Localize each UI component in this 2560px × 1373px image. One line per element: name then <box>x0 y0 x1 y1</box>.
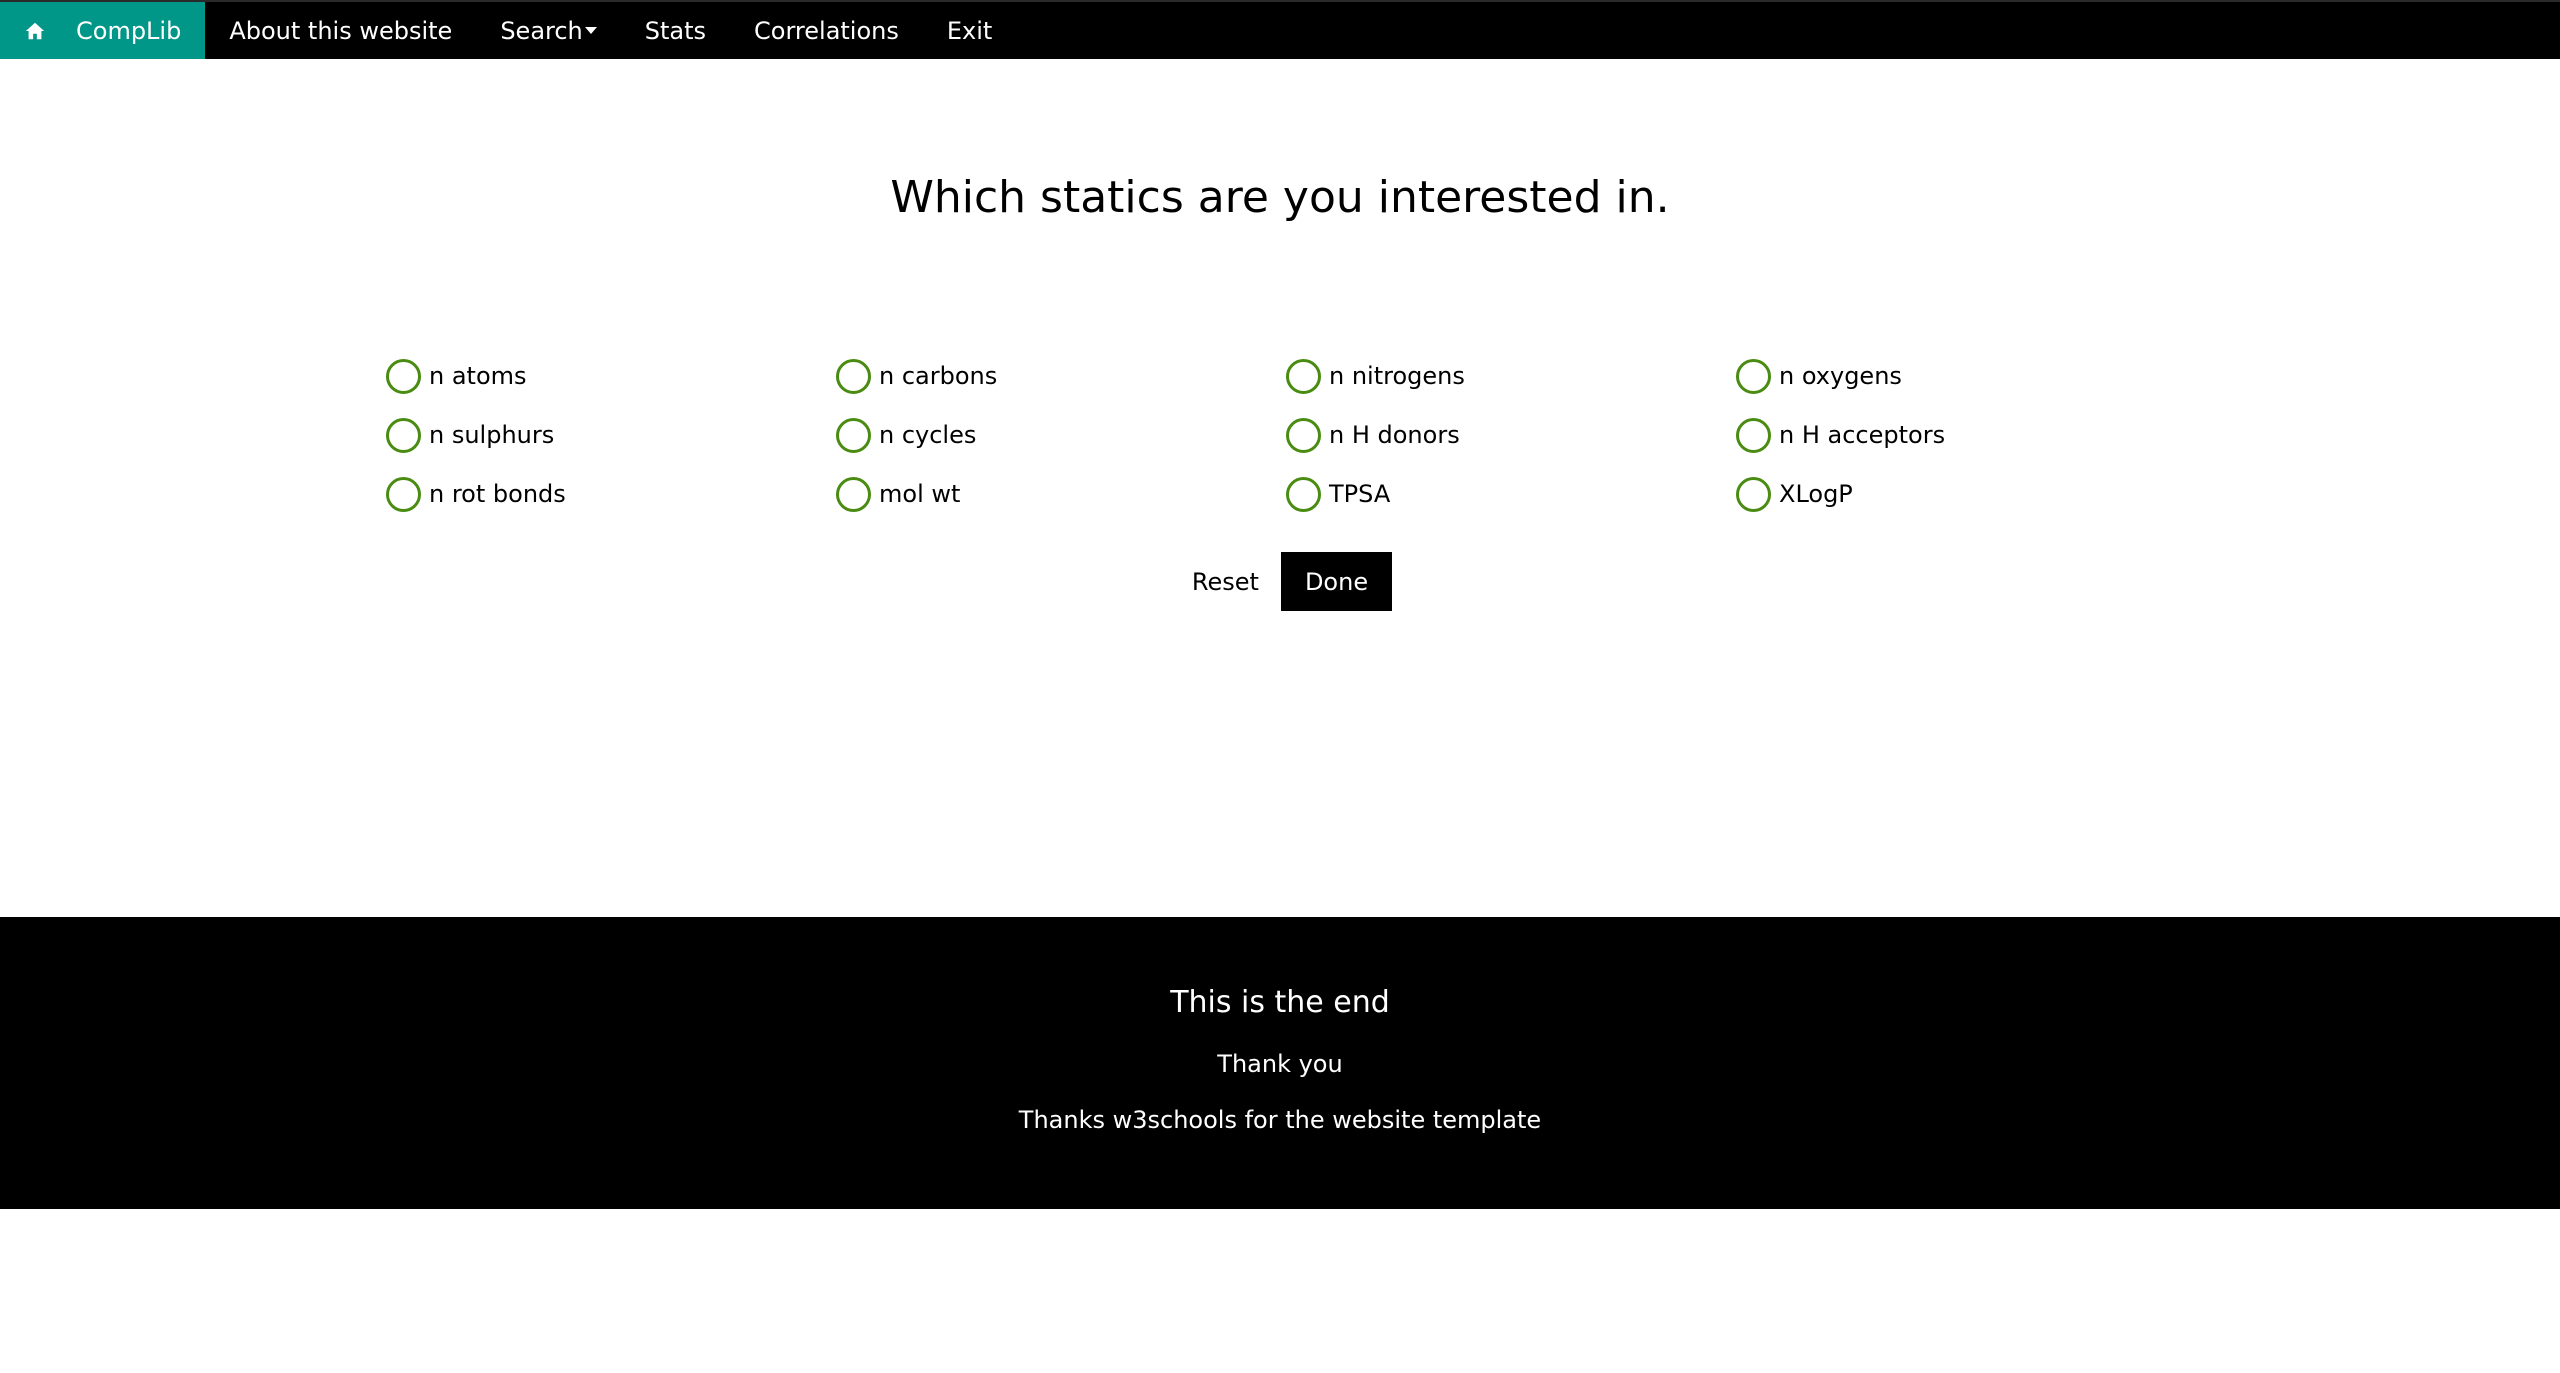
footer-credit: Thanks w3schools for the website templat… <box>1018 1106 1542 1134</box>
radio-circle-icon[interactable] <box>836 476 871 512</box>
nav-exit[interactable]: Exit <box>923 2 1016 59</box>
option-label: n carbons <box>879 362 998 390</box>
option-tpsa[interactable]: TPSA <box>1286 474 1390 514</box>
radio-circle-icon[interactable] <box>386 476 421 512</box>
done-button[interactable]: Done <box>1280 552 1393 611</box>
form-buttons: Reset Done <box>0 552 2560 611</box>
nav-correlations[interactable]: Correlations <box>730 2 923 59</box>
radio-circle-icon[interactable] <box>1736 358 1771 394</box>
footer-title: This is the end <box>1170 985 1390 1020</box>
page-footer: This is the end Thank you Thanks w3schoo… <box>0 917 2560 1209</box>
option-n-atoms[interactable]: n atoms <box>386 356 527 396</box>
option-n-h-donors[interactable]: n H donors <box>1286 415 1460 455</box>
radio-circle-icon[interactable] <box>1286 476 1321 512</box>
option-label: n rot bonds <box>429 480 566 508</box>
radio-circle-icon[interactable] <box>836 358 871 394</box>
option-xlogp[interactable]: XLogP <box>1736 474 1853 514</box>
option-n-oxygens[interactable]: n oxygens <box>1736 356 1902 396</box>
nav-stats[interactable]: Stats <box>621 2 730 59</box>
radio-circle-icon[interactable] <box>386 358 421 394</box>
option-n-h-acceptors[interactable]: n H acceptors <box>1736 415 1945 455</box>
option-n-carbons[interactable]: n carbons <box>836 356 997 396</box>
radio-circle-icon[interactable] <box>836 417 871 453</box>
option-label: TPSA <box>1329 480 1391 508</box>
option-n-cycles[interactable]: n cycles <box>836 415 976 455</box>
option-label: n nitrogens <box>1329 362 1465 390</box>
reset-button[interactable]: Reset <box>1167 552 1283 611</box>
footer-thanks: Thank you <box>1217 1050 1343 1078</box>
option-label: mol wt <box>879 480 961 508</box>
caret-down-icon <box>584 27 597 34</box>
nav-home-link[interactable]: CompLib <box>0 2 206 59</box>
nav-exit-label: Exit <box>946 16 993 45</box>
option-mol-wt[interactable]: mol wt <box>836 474 960 514</box>
option-label: n cycles <box>879 421 977 449</box>
page-heading: Which statics are you interested in. <box>890 172 1670 223</box>
radio-circle-icon[interactable] <box>1286 358 1321 394</box>
nav-correlations-label: Correlations <box>754 16 899 45</box>
nav-about[interactable]: About this website <box>205 2 476 59</box>
home-icon <box>25 22 45 39</box>
radio-circle-icon[interactable] <box>386 417 421 453</box>
nav-about-label: About this website <box>229 16 453 45</box>
radio-circle-icon[interactable] <box>1736 417 1771 453</box>
nav-search-dropdown[interactable]: Search <box>476 2 620 59</box>
option-n-rot-bonds[interactable]: n rot bonds <box>386 474 566 514</box>
option-n-sulphurs[interactable]: n sulphurs <box>386 415 554 455</box>
option-n-nitrogens[interactable]: n nitrogens <box>1286 356 1465 396</box>
nav-search-label: Search <box>500 16 583 45</box>
radio-circle-icon[interactable] <box>1286 417 1321 453</box>
option-label: XLogP <box>1779 480 1853 508</box>
option-label: n H donors <box>1329 421 1460 449</box>
top-navbar: CompLib About this website Search Stats … <box>0 0 2560 59</box>
option-label: n oxygens <box>1779 362 1902 390</box>
option-label: n sulphurs <box>429 421 555 449</box>
nav-stats-label: Stats <box>644 16 707 45</box>
option-label: n H acceptors <box>1779 421 1946 449</box>
radio-circle-icon[interactable] <box>1736 476 1771 512</box>
option-label: n atoms <box>429 362 527 390</box>
nav-brand-label: CompLib <box>76 16 182 45</box>
